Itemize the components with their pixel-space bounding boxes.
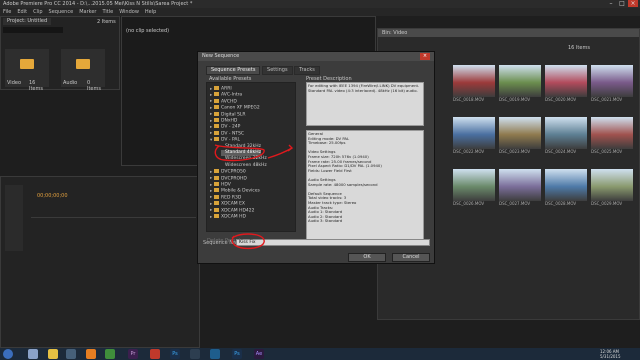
taskbar: 12:06 AM 5/31/2015 [0,348,640,360]
chrome-icon[interactable] [105,349,115,359]
annotation-circle-name [231,233,265,250]
photoshop-icon[interactable]: Ps [170,349,180,359]
after-effects-icon[interactable]: Ae [254,349,264,359]
photoshop-icon[interactable]: Ps [232,349,242,359]
annotation-arrow [267,144,294,159]
app-icon[interactable] [210,349,220,359]
folder-icon[interactable] [48,349,58,359]
premiere-icon[interactable]: Pr [128,349,138,359]
clock-date: 5/31/2015 [600,354,621,359]
media-icon[interactable] [66,349,76,359]
explorer-icon[interactable] [28,349,38,359]
start-icon[interactable] [3,349,13,359]
app-icon[interactable] [190,349,200,359]
app-icon[interactable] [150,349,160,359]
annotation-circle-preset [214,144,265,162]
firefox-icon[interactable] [86,349,96,359]
red-annotation-overlay [214,144,294,250]
